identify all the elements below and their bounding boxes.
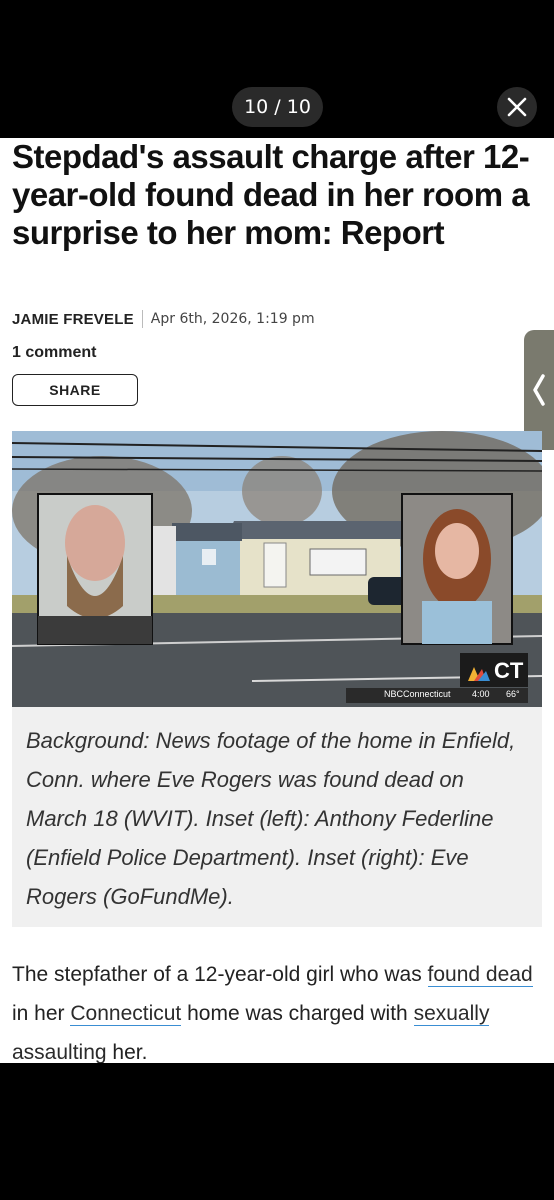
publish-date: Apr 6th, 2026, 1:19 pm — [150, 311, 315, 327]
body-text-segment: The stepfather of a 12-year-old girl who… — [12, 963, 428, 986]
station-logo-text: CT — [494, 658, 524, 683]
ticker-time: 4:00 — [472, 689, 490, 699]
body-text-segment: her. — [106, 1041, 148, 1063]
image-counter: 10 / 10 — [232, 87, 323, 127]
article-body-paragraph: The stepfather of a 12-year-old girl who… — [12, 955, 544, 1063]
chevron-left-icon — [533, 374, 545, 406]
author-name[interactable]: JAMIE FREVELE — [12, 311, 134, 328]
link-connecticut[interactable]: Connecticut — [70, 1002, 182, 1026]
share-button[interactable]: SHARE — [12, 374, 138, 406]
article-page: Stepdad's assault charge after 12-year-o… — [0, 138, 554, 1063]
comment-count-link[interactable]: 1 comment — [12, 344, 96, 362]
ticker-temperature: 66° — [506, 689, 520, 699]
body-text-segment: in her — [12, 1002, 71, 1025]
viewer-bottom-bar — [0, 1063, 554, 1200]
news-footage-image — [12, 431, 542, 707]
close-icon — [507, 97, 527, 117]
image-caption: Background: News footage of the home in … — [26, 728, 516, 909]
body-text-segment: home was charged with — [181, 1002, 414, 1025]
ticker-source: NBCConnecticut — [384, 689, 451, 699]
byline-divider — [141, 310, 143, 328]
image-caption-box: Background: News footage of the home in … — [12, 707, 542, 927]
byline: JAMIE FREVELE Apr 6th, 2026, 1:19 pm — [12, 310, 315, 328]
article-title: Stepdad's assault charge after 12-year-o… — [12, 138, 530, 251]
close-button[interactable] — [497, 87, 537, 127]
link-found-dead[interactable]: found dead — [427, 963, 533, 987]
viewer-top-bar: 10 / 10 — [0, 0, 554, 138]
article-image[interactable]: CT NBCConnecticut 4:00 66° — [12, 431, 542, 707]
